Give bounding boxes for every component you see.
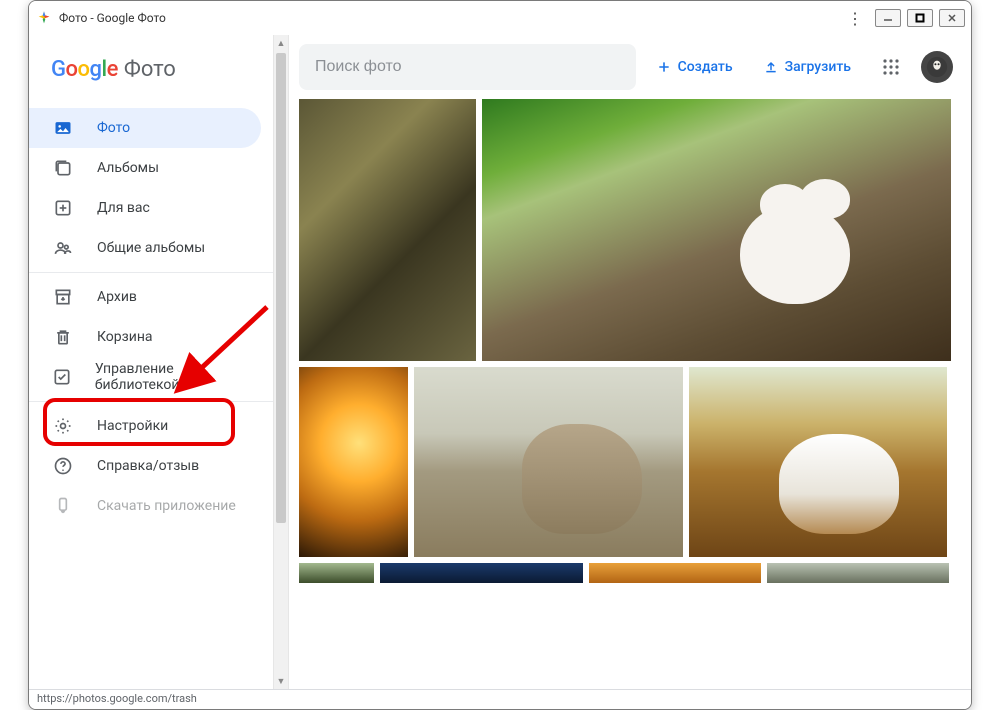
sidebar-item-label: Архив — [97, 289, 137, 305]
maximize-button[interactable] — [907, 9, 933, 27]
sidebar-item-library[interactable]: Управление библиотекой — [29, 357, 261, 397]
photo-tile[interactable] — [589, 563, 761, 583]
photo-tile[interactable] — [299, 563, 374, 583]
plus-icon — [656, 59, 672, 75]
upload-icon — [763, 59, 779, 75]
upload-label: Загрузить — [785, 59, 851, 75]
create-button[interactable]: Создать — [646, 49, 743, 85]
help-icon — [51, 454, 75, 478]
sidebar-item-label: Скачать приложение — [97, 498, 236, 514]
create-label: Создать — [678, 59, 733, 75]
sidebar-item-label: Для вас — [97, 200, 150, 216]
topbar: Создать Загрузить — [289, 35, 971, 99]
window-title: Фото - Google Фото — [59, 11, 166, 25]
sidebar-item-help[interactable]: Справка/отзыв — [29, 446, 261, 486]
nav-group-secondary: Архив Корзина Управление библиотекой — [29, 273, 273, 402]
sidebar-item-trash[interactable]: Корзина — [29, 317, 261, 357]
account-avatar[interactable] — [921, 51, 953, 83]
search-box[interactable] — [299, 44, 636, 90]
content-area: Google Фото Фото Альбомы Для вас — [29, 35, 971, 689]
search-input[interactable] — [313, 57, 622, 77]
minimize-button[interactable] — [875, 9, 901, 27]
sidebar-item-label: Общие альбомы — [97, 240, 205, 256]
sidebar-item-label: Справка/отзыв — [97, 458, 199, 474]
shared-icon — [51, 236, 75, 260]
photo-icon — [51, 116, 75, 140]
product-name: Фото — [124, 57, 176, 82]
settings-icon — [51, 414, 75, 438]
photo-tile[interactable] — [414, 367, 683, 557]
sidebar: Google Фото Фото Альбомы Для вас — [29, 35, 273, 689]
download-app-icon — [51, 494, 75, 518]
status-url: https://photos.google.com/trash — [37, 692, 197, 705]
google-wordmark: Google — [51, 57, 118, 82]
app-icon — [35, 9, 53, 27]
more-menu-button[interactable]: ⋮ — [843, 9, 867, 28]
sidebar-item-photos[interactable]: Фото — [29, 108, 261, 148]
scroll-thumb[interactable] — [276, 53, 286, 523]
sidebar-item-label: Настройки — [97, 418, 168, 434]
apps-grid-button[interactable] — [871, 47, 911, 87]
sidebar-item-albums[interactable]: Альбомы — [29, 148, 261, 188]
archive-icon — [51, 285, 75, 309]
photo-tile[interactable] — [767, 563, 949, 583]
sidebar-item-label: Альбомы — [97, 160, 159, 176]
photo-tile[interactable] — [299, 99, 476, 361]
albums-icon — [51, 156, 75, 180]
photo-tile[interactable] — [482, 99, 951, 361]
upload-button[interactable]: Загрузить — [753, 49, 861, 85]
sidebar-item-label: Управление библиотекой — [95, 361, 247, 393]
library-icon — [51, 365, 73, 389]
photo-row — [299, 367, 971, 557]
photo-row — [299, 99, 971, 361]
sidebar-scrollbar[interactable]: ▲ ▼ — [273, 35, 289, 689]
sidebar-item-settings[interactable]: Настройки — [29, 406, 261, 446]
photo-grid — [289, 99, 971, 583]
for-you-icon — [51, 196, 75, 220]
scroll-up-arrow[interactable]: ▲ — [274, 35, 288, 51]
nav-group-primary: Фото Альбомы Для вас Общие альбомы — [29, 104, 273, 273]
sidebar-item-shared[interactable]: Общие альбомы — [29, 228, 261, 268]
trash-icon — [51, 325, 75, 349]
sidebar-item-label: Фото — [97, 120, 130, 136]
window-controls — [875, 9, 965, 27]
logo[interactable]: Google Фото — [29, 57, 273, 104]
main-panel: Создать Загрузить — [289, 35, 971, 689]
photo-tile[interactable] — [380, 563, 583, 583]
titlebar: Фото - Google Фото ⋮ — [29, 1, 971, 35]
status-bar: https://photos.google.com/trash — [29, 689, 971, 709]
sidebar-item-label: Корзина — [97, 329, 153, 345]
nav-group-tertiary: Настройки Справка/отзыв Скачать приложен… — [29, 402, 273, 530]
app-window: Фото - Google Фото ⋮ Google Фото Фото — [28, 0, 972, 710]
photo-tile[interactable] — [299, 367, 408, 557]
photo-row — [299, 563, 971, 583]
sidebar-item-archive[interactable]: Архив — [29, 277, 261, 317]
close-button[interactable] — [939, 9, 965, 27]
scroll-down-arrow[interactable]: ▼ — [274, 673, 288, 689]
sidebar-item-download-app[interactable]: Скачать приложение — [29, 486, 261, 526]
photo-tile[interactable] — [689, 367, 947, 557]
sidebar-item-for-you[interactable]: Для вас — [29, 188, 261, 228]
